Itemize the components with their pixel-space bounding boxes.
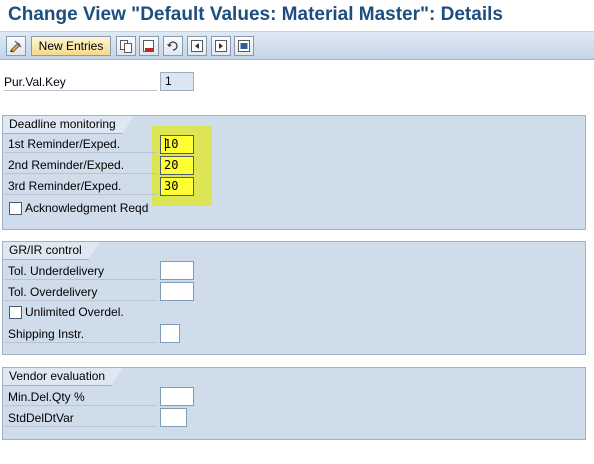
new-entries-button[interactable]: New Entries (31, 36, 111, 56)
reminder2-field[interactable]: 20 (160, 156, 194, 175)
min-del-qty-field[interactable] (160, 387, 194, 406)
unlimited-overdelivery-label: Unlimited Overdel. (25, 305, 124, 319)
tol-overdelivery-label: Tol. Overdelivery (4, 283, 157, 301)
std-del-dt-var-field[interactable] (160, 408, 187, 427)
application-toolbar: New Entries (0, 32, 594, 60)
shipping-instr-label: Shipping Instr. (4, 325, 157, 343)
first-entry-icon (191, 40, 203, 52)
undo-icon (167, 41, 178, 51)
tol-overdelivery-field[interactable] (160, 282, 194, 301)
deadline-monitoring-title: Deadline monitoring (3, 116, 134, 134)
undo-button[interactable] (163, 36, 183, 56)
copy-icon (120, 40, 132, 53)
std-del-dt-var-label: StdDelDtVar (4, 409, 157, 427)
first-entry-button[interactable] (187, 36, 207, 56)
last-entry-icon (238, 40, 250, 52)
reminder2-label: 2nd Reminder/Exped. (4, 156, 157, 174)
pur-val-key-label: Pur.Val.Key (4, 73, 157, 91)
copy-button[interactable] (116, 36, 136, 56)
unlimited-overdelivery-checkbox[interactable] (9, 306, 22, 319)
delete-icon (143, 40, 154, 52)
tol-underdelivery-label: Tol. Underdelivery (4, 262, 157, 280)
delete-button[interactable] (139, 36, 159, 56)
reminder3-label: 3rd Reminder/Exped. (4, 177, 157, 195)
change-display-button[interactable] (6, 36, 26, 56)
pur-val-key-field: 1 (160, 72, 194, 91)
last-entry-button[interactable] (234, 36, 254, 56)
change-display-icon (10, 40, 22, 53)
acknowledgment-checkbox[interactable] (9, 202, 22, 215)
tol-underdelivery-field[interactable] (160, 261, 194, 280)
shipping-instr-field[interactable] (160, 324, 180, 343)
min-del-qty-label: Min.Del.Qty % (4, 388, 157, 406)
acknowledgment-label: Acknowledgment Reqd (25, 201, 149, 215)
next-entry-icon (215, 40, 227, 52)
reminder3-field[interactable]: 30 (160, 177, 194, 196)
vendor-evaluation-title: Vendor evaluation (3, 368, 124, 386)
reminder1-label: 1st Reminder/Exped. (4, 135, 157, 153)
text-cursor (165, 138, 166, 151)
title-bar: Change View "Default Values: Material Ma… (0, 0, 594, 32)
next-entry-button[interactable] (211, 36, 231, 56)
page-title: Change View "Default Values: Material Ma… (8, 4, 503, 25)
grir-control-title: GR/IR control (3, 242, 100, 260)
